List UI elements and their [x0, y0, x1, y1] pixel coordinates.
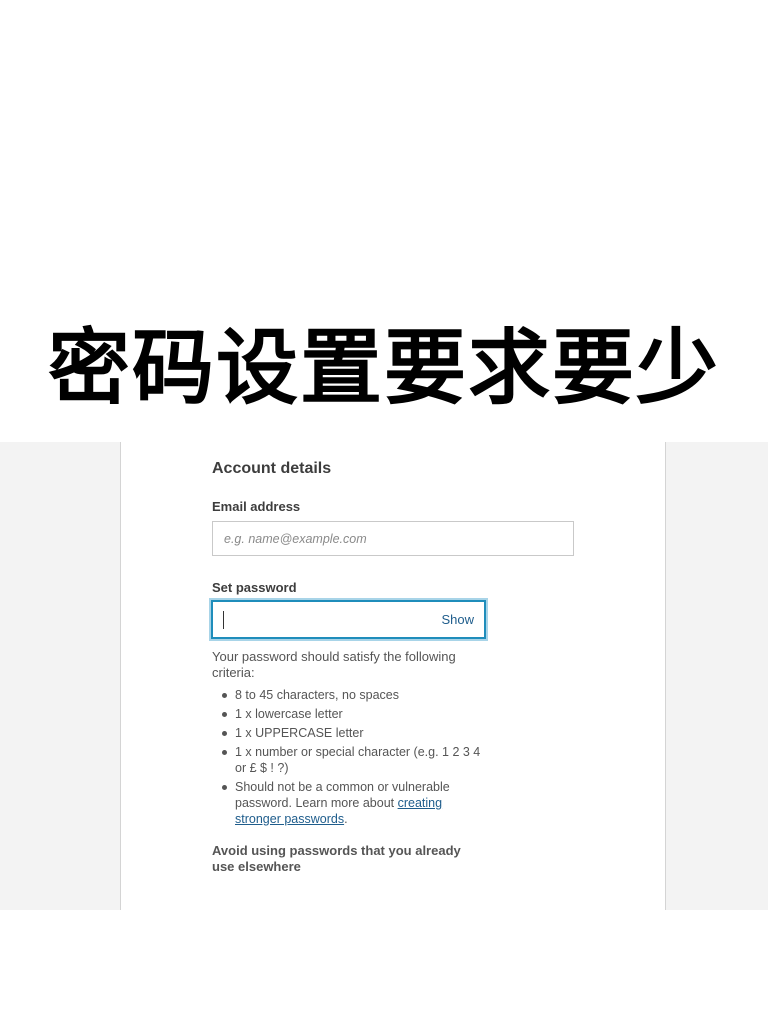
text-cursor	[223, 611, 224, 629]
criteria-item: 1 x lowercase letter	[212, 706, 482, 722]
criteria-item: 8 to 45 characters, no spaces	[212, 687, 482, 703]
criteria-intro: Your password should satisfy the followi…	[212, 649, 456, 680]
email-label: Email address	[212, 499, 301, 514]
bullet-icon	[222, 731, 227, 736]
criteria-text: 1 x UPPERCASE letter	[235, 726, 364, 740]
criteria-item: 1 x UPPERCASE letter	[212, 725, 482, 741]
screenshot-area: Account details Email address e.g. name@…	[0, 442, 768, 910]
password-field[interactable]: Show	[211, 600, 486, 639]
bullet-icon	[222, 750, 227, 755]
email-field[interactable]: e.g. name@example.com	[212, 521, 574, 556]
caption-title: 密码设置要求要少	[47, 320, 720, 416]
criteria-suffix: .	[344, 812, 348, 826]
password-label: Set password	[212, 580, 297, 595]
criteria-item: Should not be a common or vulnerable pas…	[212, 779, 482, 827]
criteria-text: 1 x lowercase letter	[235, 707, 343, 721]
bullet-icon	[222, 693, 227, 698]
account-form-panel: Account details Email address e.g. name@…	[120, 442, 666, 910]
bullet-icon	[222, 785, 227, 790]
criteria-item: 1 x number or special character (e.g. 1 …	[212, 744, 482, 776]
section-heading: Account details	[212, 460, 332, 477]
avoid-reuse-note: Avoid using passwords that you already u…	[212, 843, 461, 874]
criteria-list: 8 to 45 characters, no spaces 1 x lowerc…	[212, 687, 482, 830]
criteria-text: 1 x number or special character (e.g. 1 …	[235, 745, 481, 775]
show-password-button[interactable]: Show	[441, 612, 474, 627]
email-placeholder: e.g. name@example.com	[224, 532, 367, 546]
criteria-text: 8 to 45 characters, no spaces	[235, 688, 399, 702]
bullet-icon	[222, 712, 227, 717]
